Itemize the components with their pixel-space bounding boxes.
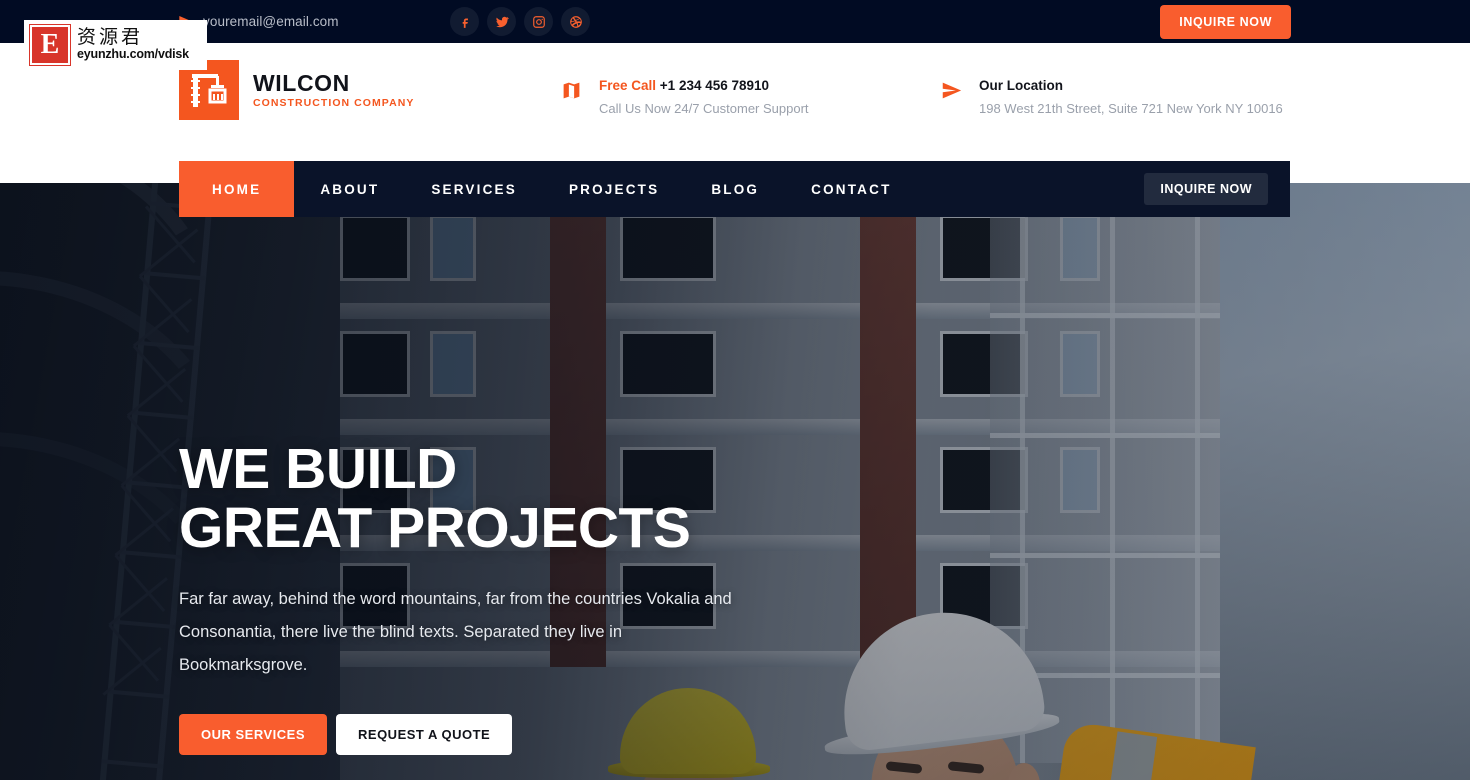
hero-title: WE BUILD GREAT PROJECTS bbox=[179, 437, 899, 561]
hero-title-line2: GREAT PROJECTS bbox=[179, 496, 691, 561]
watermark-badge-letter: E bbox=[40, 29, 60, 60]
call-label: Free Call bbox=[599, 78, 657, 93]
header-call-info: Free Call +1 234 456 78910 Call Us Now 2… bbox=[560, 76, 809, 118]
nav-item-about[interactable]: ABOUT bbox=[294, 161, 405, 217]
watermark-url: eyunzhu.com/vdisk bbox=[77, 47, 189, 62]
call-sub: Call Us Now 24/7 Customer Support bbox=[599, 100, 809, 116]
brand-logo-block[interactable]: WILCON CONSTRUCTION COMPANY bbox=[179, 60, 414, 120]
hero-content: WE BUILD GREAT PROJECTS Far far away, be… bbox=[179, 437, 899, 755]
main-navigation: HOME ABOUT SERVICES PROJECTS BLOG CONTAC… bbox=[179, 161, 1290, 217]
map-icon bbox=[560, 76, 582, 104]
nav-item-services[interactable]: SERVICES bbox=[405, 161, 543, 217]
brand-tagline: CONSTRUCTION COMPANY bbox=[253, 97, 415, 110]
dribbble-icon[interactable] bbox=[561, 7, 590, 36]
instagram-icon[interactable] bbox=[524, 7, 553, 36]
facebook-icon[interactable] bbox=[450, 7, 479, 36]
request-quote-button[interactable]: REQUEST A QUOTE bbox=[336, 713, 513, 755]
watermark-badge-icon: E bbox=[29, 24, 71, 66]
topbar-email-text: youremail@email.com bbox=[203, 14, 339, 29]
location-address: 198 West 21th Street, Suite 721 New York… bbox=[979, 100, 1283, 116]
watermark-chinese-text: 资源君 bbox=[77, 26, 144, 49]
social-links bbox=[450, 7, 590, 36]
topbar-inquire-button[interactable]: INQUIRE NOW bbox=[1160, 4, 1291, 39]
nav-item-home[interactable]: HOME bbox=[179, 161, 295, 217]
brand-name: WILCON bbox=[253, 69, 350, 96]
watermark-overlay: E 资源君 eyunzhu.com/vdisk bbox=[24, 20, 207, 70]
location-label: Our Location bbox=[979, 78, 1063, 93]
top-bar: youremail@email.com INQUIRE NOW bbox=[0, 0, 1470, 43]
nav-item-projects[interactable]: PROJECTS bbox=[543, 161, 685, 217]
our-services-button[interactable]: OUR SERVICES bbox=[179, 713, 328, 755]
twitter-icon[interactable] bbox=[487, 7, 516, 36]
nav-inquire-button[interactable]: INQUIRE NOW bbox=[1144, 173, 1268, 205]
hero-buttons: OUR SERVICES REQUEST A QUOTE bbox=[179, 713, 899, 755]
site-header: WILCON CONSTRUCTION COMPANY Free Call +1… bbox=[0, 43, 1470, 153]
hero-paragraph: Far far away, behind the word mountains,… bbox=[179, 589, 732, 674]
call-phone: +1 234 456 78910 bbox=[659, 78, 770, 93]
header-location-info: Our Location 198 West 21th Street, Suite… bbox=[940, 76, 1283, 118]
paper-plane-icon bbox=[940, 76, 962, 104]
nav-item-contact[interactable]: CONTACT bbox=[785, 161, 917, 217]
call-line: Free Call +1 234 456 78910 bbox=[599, 76, 809, 96]
hero-title-line1: WE BUILD bbox=[179, 437, 457, 501]
nav-item-blog[interactable]: BLOG bbox=[685, 161, 785, 217]
